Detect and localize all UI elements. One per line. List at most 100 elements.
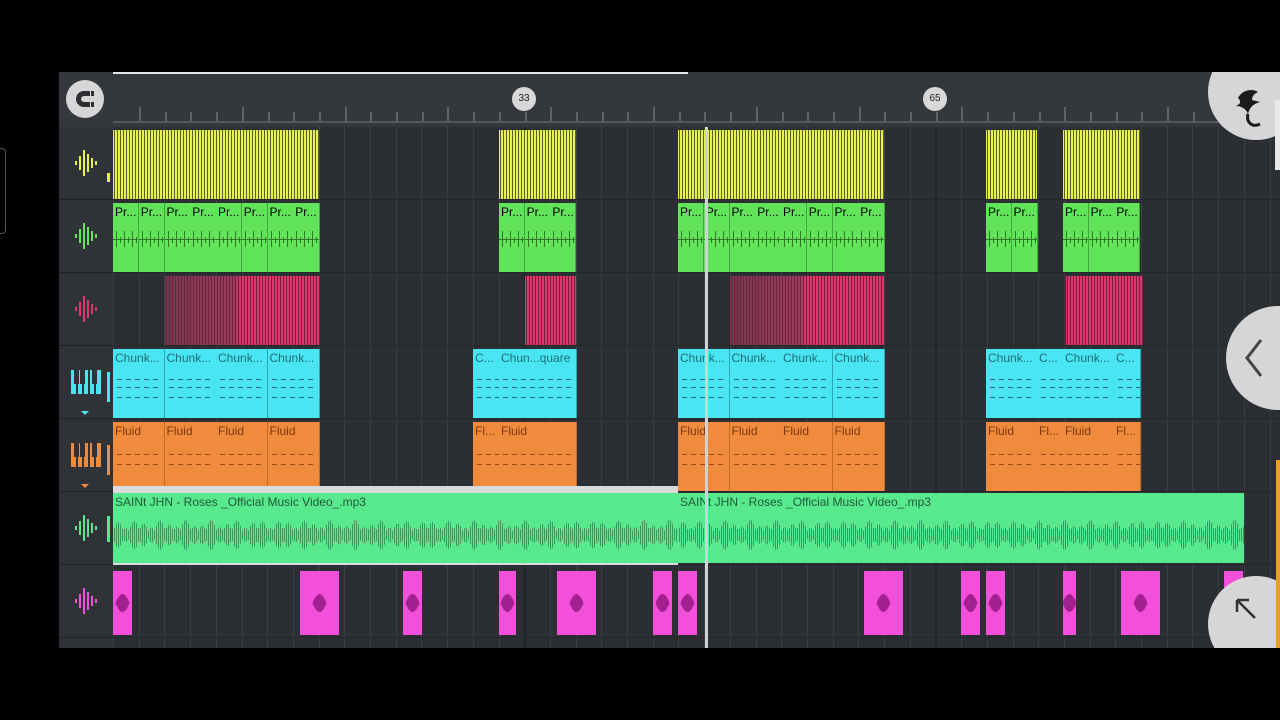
volume-indicator[interactable] — [107, 516, 110, 542]
lane-separator — [113, 199, 1280, 200]
audio-clip-magenta[interactable] — [1121, 571, 1160, 635]
track-header-6[interactable] — [59, 492, 113, 565]
pattern-clip-green[interactable]: Pr... — [806, 203, 833, 272]
audio-clip-magenta[interactable] — [300, 571, 339, 635]
fluid-clip-orange[interactable]: Fl... — [1037, 422, 1064, 491]
chunk-clip-cyan[interactable]: Chunk... — [1063, 349, 1115, 418]
bar-marker-65[interactable]: 65 — [923, 87, 947, 111]
track-header-4[interactable] — [59, 346, 113, 419]
screen-edge-handle — [0, 148, 6, 234]
audio-clip-magenta[interactable] — [499, 571, 516, 635]
chunk-clip-cyan[interactable]: Chunk... — [781, 349, 833, 418]
audio-clip-yellow[interactable] — [1063, 130, 1140, 199]
audio-clip-yellow[interactable] — [113, 130, 319, 199]
ruler-tick — [550, 107, 553, 121]
fluid-clip-orange[interactable]: Fluid — [164, 422, 217, 491]
audio-clip-yellow[interactable] — [986, 130, 1037, 199]
pattern-clip-green[interactable]: Pr... — [858, 203, 885, 272]
playlist-lanes[interactable]: Pr... Pr... Pr... Pr... Pr... Pr... Pr... Pr...… — [113, 127, 1280, 648]
volume-indicator[interactable] — [107, 445, 110, 475]
pattern-clip-green[interactable]: Pr... — [729, 203, 756, 272]
pattern-clip-green[interactable]: Pr... — [1088, 203, 1115, 272]
pattern-clip-green[interactable]: Pr... — [190, 203, 217, 272]
clip-notes — [755, 231, 781, 247]
bar-marker-33[interactable]: 33 — [512, 87, 536, 111]
fluid-clip-orange[interactable]: Fluid — [499, 422, 577, 491]
fluid-clip-orange[interactable]: Fl... — [473, 422, 500, 491]
audio-clip-pink[interactable] — [525, 276, 576, 345]
audio-clip-yellow[interactable] — [499, 130, 576, 199]
chunk-clip-cyan[interactable]: Chun...quare — [499, 349, 577, 418]
chunk-clip-cyan[interactable]: C... — [1037, 349, 1064, 418]
chevron-left-icon — [1245, 339, 1263, 377]
track-header-1[interactable] — [59, 127, 113, 200]
fluid-clip-orange[interactable]: Fluid — [729, 422, 782, 491]
audio-clip-magenta[interactable] — [113, 571, 132, 635]
audio-clip-pink[interactable] — [1066, 276, 1143, 345]
fluid-clip-orange[interactable]: Fluid — [986, 422, 1038, 491]
clip-notes — [1118, 379, 1140, 398]
pattern-clip-green[interactable]: Pr... — [164, 203, 191, 272]
pattern-clip-green[interactable]: Pr... — [986, 203, 1012, 272]
chunk-clip-cyan[interactable]: Chunk... — [986, 349, 1038, 418]
pattern-clip-green[interactable]: Pr... — [1114, 203, 1141, 272]
snap-magnet-button[interactable] — [66, 80, 104, 118]
fluid-clip-orange[interactable]: Fluid — [1063, 422, 1115, 491]
audio-clip-magenta[interactable] — [1063, 571, 1076, 635]
fluid-clip-orange[interactable]: Fl... — [1114, 422, 1141, 491]
pattern-clip-green[interactable]: Pr... — [550, 203, 577, 272]
clip-waveform — [569, 594, 584, 612]
audio-clip-pink[interactable] — [730, 276, 884, 345]
chunk-clip-cyan[interactable]: Chunk... — [678, 349, 730, 418]
audio-clip-magenta[interactable] — [961, 571, 980, 635]
chunk-clip-cyan[interactable]: Chunk... — [832, 349, 885, 418]
audio-clip-magenta[interactable] — [403, 571, 422, 635]
pattern-clip-green[interactable]: Pr... — [113, 203, 140, 272]
fluid-clip-orange[interactable]: Fluid — [216, 422, 268, 491]
chunk-clip-cyan[interactable]: C... — [1114, 349, 1141, 418]
track-header-3[interactable] — [59, 273, 113, 346]
audio-clip-magenta[interactable] — [678, 571, 697, 635]
audio-clip-magenta[interactable] — [986, 571, 1005, 635]
pattern-clip-green[interactable]: Pr... — [216, 203, 243, 272]
track-header-5[interactable] — [59, 419, 113, 492]
audio-clip-yellow[interactable] — [678, 130, 884, 199]
fluid-clip-orange[interactable]: Fluid — [113, 422, 165, 491]
volume-indicator[interactable] — [107, 372, 110, 402]
chevron-down-icon[interactable] — [81, 484, 89, 488]
chunk-clip-cyan[interactable]: Chunk... — [216, 349, 268, 418]
pattern-clip-green[interactable]: Pr... — [1011, 203, 1038, 272]
pattern-clip-green[interactable]: Pr... — [678, 203, 705, 272]
fluid-clip-orange[interactable]: Fluid — [267, 422, 320, 491]
pattern-clip-green[interactable]: Pr... — [138, 203, 165, 272]
pattern-clip-green[interactable]: Pr... — [241, 203, 268, 272]
track-header-7[interactable] — [59, 565, 113, 638]
pattern-clip-green[interactable]: Pr... — [781, 203, 808, 272]
chunk-clip-cyan[interactable]: Chunk... — [113, 349, 165, 418]
audio-clip-magenta[interactable] — [864, 571, 903, 635]
chevron-down-icon[interactable] — [81, 411, 89, 415]
pattern-clip-green[interactable]: Pr... — [293, 203, 320, 272]
pattern-clip-green[interactable]: Pr... — [267, 203, 294, 272]
chunk-clip-cyan[interactable]: Chunk... — [267, 349, 320, 418]
volume-indicator[interactable] — [107, 173, 110, 182]
fluid-clip-orange[interactable]: Fluid — [832, 422, 885, 491]
playhead[interactable] — [705, 127, 708, 648]
audio-clip-pink[interactable] — [165, 276, 319, 345]
fluid-clip-orange[interactable]: Fluid — [678, 422, 730, 491]
fluid-clip-orange[interactable]: Fluid — [781, 422, 833, 491]
audio-clip-magenta[interactable] — [653, 571, 672, 635]
chunk-clip-cyan[interactable]: C... — [473, 349, 500, 418]
chunk-clip-cyan[interactable]: Chunk... — [729, 349, 782, 418]
pattern-clip-green[interactable]: Pr... — [755, 203, 782, 272]
timeline-ruler[interactable]: 33 65 — [59, 72, 1280, 127]
track-header-2[interactable] — [59, 200, 113, 273]
chunk-clip-cyan[interactable]: Chunk... — [164, 349, 217, 418]
pattern-clip-green[interactable]: Pr... — [499, 203, 526, 272]
pattern-clip-green[interactable]: Pr... — [524, 203, 551, 272]
pattern-clip-green[interactable]: Pr... — [832, 203, 859, 272]
audio-clip-magenta[interactable] — [557, 571, 596, 635]
audio-clip-roses[interactable]: SAINt JHN - Roses _Official Music Video_… — [113, 493, 678, 563]
pattern-clip-green[interactable]: Pr... — [1063, 203, 1090, 272]
audio-clip-roses[interactable]: SAINt JHN - Roses _Official Music Video_… — [678, 493, 1244, 563]
